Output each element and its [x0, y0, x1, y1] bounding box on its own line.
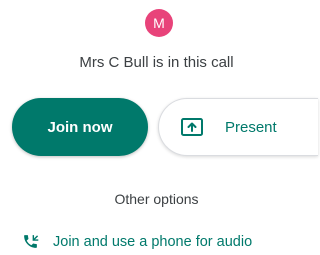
phone-audio-label: Join and use a phone for audio: [53, 233, 253, 250]
phone-call-icon: [24, 235, 39, 248]
present-screen-icon: [181, 118, 203, 136]
in-call-status: Mrs C Bull is in this call: [79, 54, 234, 71]
join-now-button[interactable]: Join now: [12, 98, 148, 156]
other-options-heading: Other options: [114, 191, 199, 207]
present-button[interactable]: Present: [158, 98, 318, 156]
join-by-phone-link[interactable]: Join and use a phone for audio: [22, 233, 252, 250]
avatar: M: [145, 9, 173, 37]
present-label: Present: [225, 118, 277, 136]
